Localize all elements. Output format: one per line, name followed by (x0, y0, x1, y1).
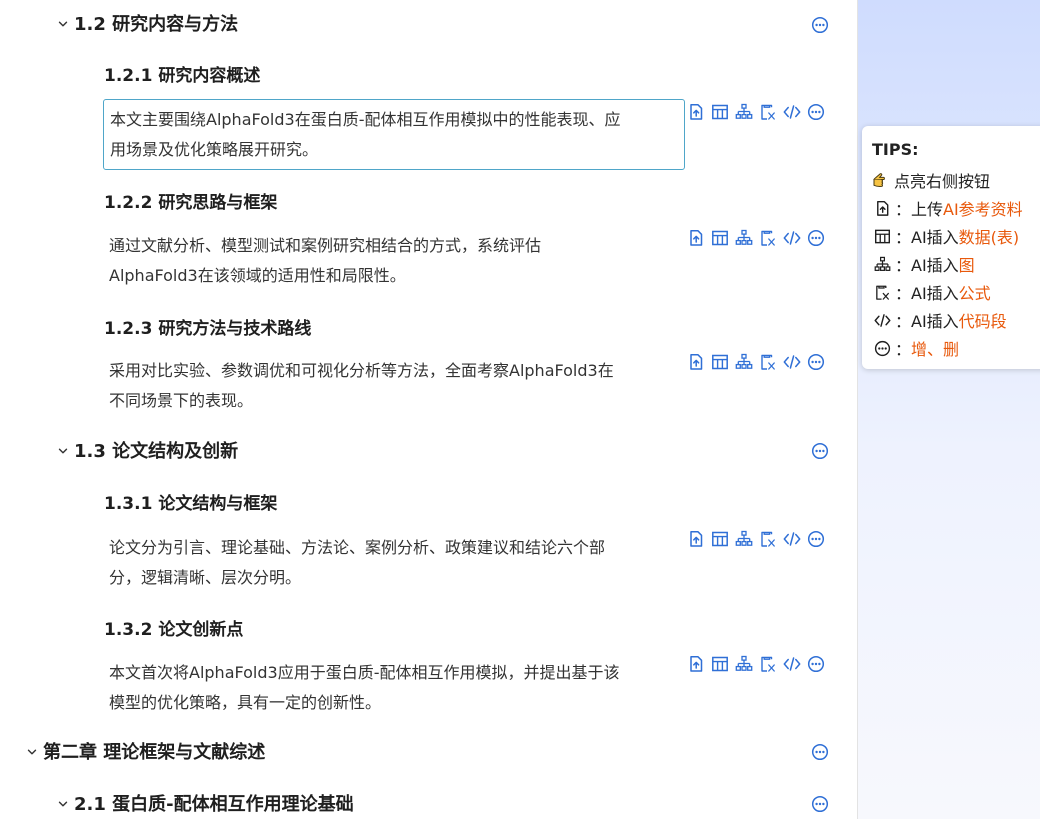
section-1-2-2-title: 1.2.2 研究思路与框架 (104, 193, 278, 213)
section-1-3-2-title: 1.3.2 论文创新点 (104, 620, 244, 640)
tips-title: TIPS: (872, 140, 919, 159)
upload-icon[interactable] (687, 353, 705, 371)
paragraph-editor[interactable]: 通过文献分析、模型测试和案例研究相结合的方式，系统评估 AlphaFold3在该… (103, 231, 685, 291)
upload-icon[interactable] (687, 103, 705, 121)
paragraph-line: 用场景及优化策略展开研究。 (110, 140, 319, 159)
org-chart-icon (874, 256, 891, 273)
section-1-3-1-title: 1.3.1 论文结构与框架 (104, 494, 278, 514)
more-circle-icon[interactable] (811, 442, 829, 460)
paragraph-line: 通过文献分析、模型测试和案例研究相结合的方式，系统评估 (109, 236, 542, 255)
tip-code-label: ：AI插入 (895, 312, 959, 331)
chevron-down-icon[interactable] (57, 445, 69, 457)
chevron-down-icon[interactable] (57, 18, 69, 30)
formula-icon[interactable] (759, 103, 777, 121)
tip-more-label: ： (895, 340, 912, 359)
pointing-hand-icon (872, 172, 893, 188)
code-icon[interactable] (783, 229, 801, 247)
paragraph-line: 本文首次将AlphaFold3应用于蛋白质-配体相互作用模拟，并提出基于该 (109, 663, 620, 682)
org-chart-icon[interactable] (735, 353, 753, 371)
table-icon[interactable] (711, 353, 729, 371)
paragraph-toolbar (687, 530, 825, 548)
table-icon[interactable] (711, 655, 729, 673)
paragraph-line: 分，逻辑清晰、层次分明。 (109, 568, 302, 587)
tips-card: TIPS: 点亮右侧按钮 ：上传 AI参考资料 ：AI插入 数据(表) ：AI插入图… (862, 126, 1040, 369)
org-chart-icon[interactable] (735, 530, 753, 548)
tip-upload-highlight: AI参考资料 (943, 200, 1023, 219)
more-circle-icon (874, 340, 891, 357)
section-1-2-3-title: 1.2.3 研究方法与技术路线 (104, 319, 312, 339)
section-2-1-title: 2.1 蛋白质-配体相互作用理论基础 (74, 794, 354, 815)
code-icon (874, 312, 891, 329)
section-1-3-title: 1.3 论文结构及创新 (74, 441, 239, 462)
tip-chart-highlight: 图 (958, 256, 975, 275)
outline-editor: 1.2 研究内容与方法 1.2.1 研究内容概述 本文主要围绕AlphaFold… (0, 0, 858, 819)
formula-icon (874, 284, 891, 301)
paragraph-toolbar (687, 229, 825, 247)
tip-more: ：增、删 (874, 336, 959, 360)
paragraph-toolbar (687, 103, 825, 121)
formula-icon[interactable] (759, 353, 777, 371)
tip-upload: ：上传 AI参考资料 (874, 196, 1023, 220)
org-chart-icon[interactable] (735, 655, 753, 673)
upload-icon[interactable] (687, 655, 705, 673)
upload-icon[interactable] (687, 229, 705, 247)
tip-formula: ：AI插入 公式 (874, 280, 991, 304)
formula-icon[interactable] (759, 530, 777, 548)
more-circle-icon[interactable] (807, 229, 825, 247)
paragraph-editor[interactable]: 本文首次将AlphaFold3应用于蛋白质-配体相互作用模拟，并提出基于该 模型… (103, 658, 685, 718)
org-chart-icon[interactable] (735, 103, 753, 121)
tip-code: ：AI插入 代码段 (874, 308, 1007, 332)
code-icon[interactable] (783, 353, 801, 371)
more-circle-icon[interactable] (807, 655, 825, 673)
table-icon[interactable] (711, 229, 729, 247)
tip-formula-highlight: 公式 (958, 284, 991, 303)
paragraph-editor-active[interactable]: 本文主要围绕AlphaFold3在蛋白质-配体相互作用模拟中的性能表现、应 用场… (103, 99, 685, 170)
chapter-2-title: 第二章 理论框架与文献综述 (43, 742, 266, 763)
paragraph-line: AlphaFold3在该领域的适用性和局限性。 (109, 266, 406, 285)
more-circle-icon[interactable] (811, 16, 829, 34)
code-icon[interactable] (783, 103, 801, 121)
tip-hint-text: 点亮右侧按钮 (894, 172, 991, 191)
paragraph-line: 论文分为引言、理论基础、方法论、案例分析、政策建议和结论六个部 (109, 538, 606, 557)
tip-table-highlight: 数据(表) (958, 228, 1020, 247)
tip-hint: 点亮右侧按钮 (872, 168, 990, 192)
paragraph-toolbar (687, 353, 825, 371)
right-panel (858, 0, 1040, 819)
section-1-2-title: 1.2 研究内容与方法 (74, 14, 239, 35)
paragraph-line: 采用对比实验、参数调优和可视化分析等方法，全面考察AlphaFold3在 (109, 361, 614, 380)
tip-table-label: ：AI插入 (895, 228, 959, 247)
more-circle-icon[interactable] (811, 743, 829, 761)
more-circle-icon[interactable] (811, 795, 829, 813)
tip-formula-label: ：AI插入 (895, 284, 959, 303)
chevron-down-icon[interactable] (26, 746, 38, 758)
tip-chart-label: ：AI插入 (895, 256, 959, 275)
paragraph-editor[interactable]: 论文分为引言、理论基础、方法论、案例分析、政策建议和结论六个部 分，逻辑清晰、层… (103, 533, 685, 593)
tip-table: ：AI插入 数据(表) (874, 224, 1019, 248)
formula-icon[interactable] (759, 229, 777, 247)
code-icon[interactable] (783, 530, 801, 548)
paragraph-line: 模型的优化策略，具有一定的创新性。 (109, 693, 382, 712)
more-circle-icon[interactable] (807, 353, 825, 371)
tip-chart: ：AI插入图 (874, 252, 975, 276)
section-1-2-1-title: 1.2.1 研究内容概述 (104, 66, 261, 86)
paragraph-editor[interactable]: 采用对比实验、参数调优和可视化分析等方法，全面考察AlphaFold3在 不同场… (103, 356, 685, 416)
table-icon[interactable] (711, 530, 729, 548)
tip-upload-label: ：上传 (895, 200, 944, 219)
tip-more-highlight: 增、删 (911, 340, 960, 359)
table-icon (874, 228, 891, 245)
org-chart-icon[interactable] (735, 229, 753, 247)
tip-code-highlight: 代码段 (958, 312, 1007, 331)
chevron-down-icon[interactable] (57, 798, 69, 810)
paragraph-toolbar (687, 655, 825, 673)
formula-icon[interactable] (759, 655, 777, 673)
more-circle-icon[interactable] (807, 103, 825, 121)
upload-icon[interactable] (687, 530, 705, 548)
code-icon[interactable] (783, 655, 801, 673)
upload-icon (874, 200, 891, 217)
paragraph-line: 本文主要围绕AlphaFold3在蛋白质-配体相互作用模拟中的性能表现、应 (110, 110, 621, 129)
table-icon[interactable] (711, 103, 729, 121)
more-circle-icon[interactable] (807, 530, 825, 548)
paragraph-line: 不同场景下的表现。 (109, 391, 254, 410)
